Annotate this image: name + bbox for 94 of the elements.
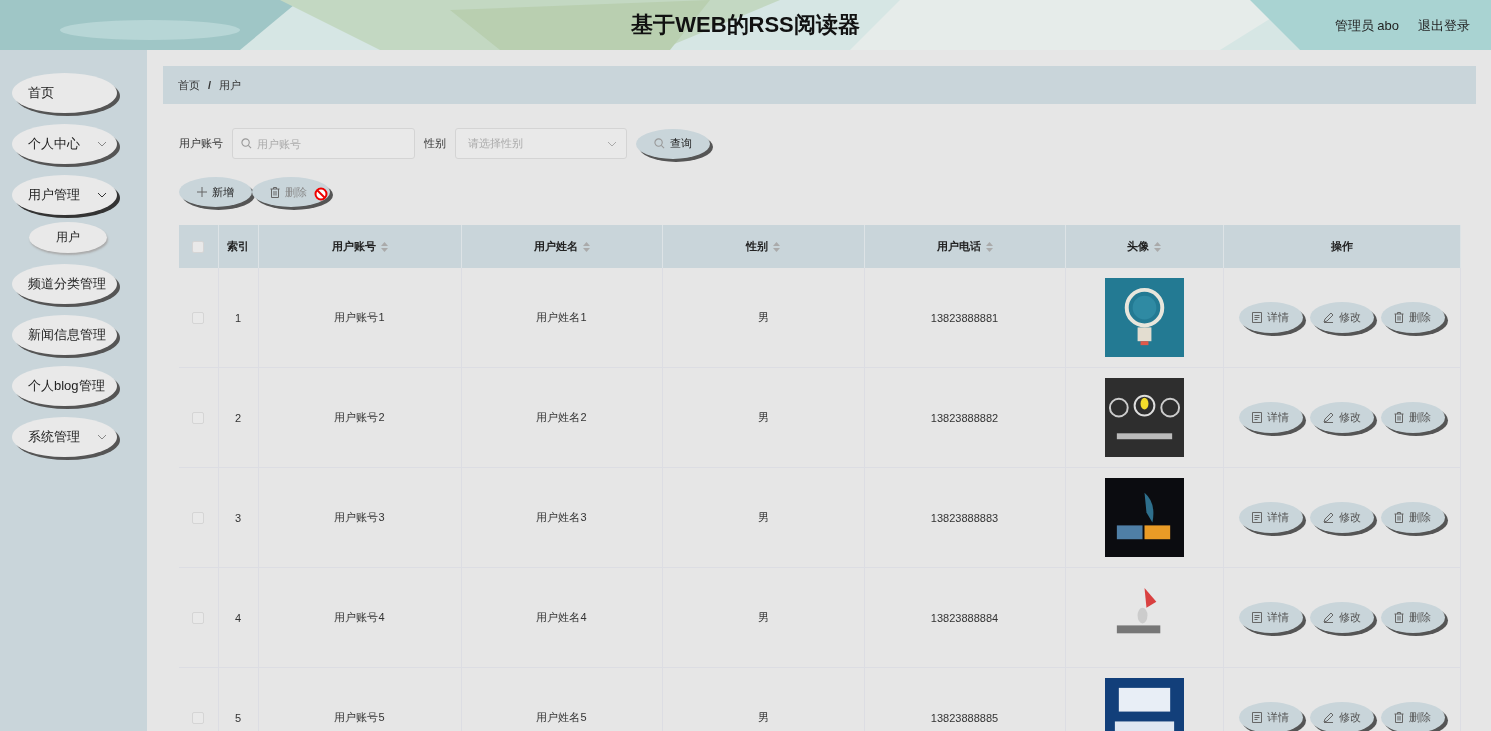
add-button[interactable]: 新增 (179, 177, 252, 207)
field-label: 性别 (424, 136, 446, 151)
detail-button[interactable]: 详情 (1238, 402, 1303, 433)
user-name: 管理员 abo (1334, 17, 1399, 35)
trash-icon (1394, 512, 1404, 523)
edit-button[interactable]: 修改 (1309, 602, 1374, 633)
pencil-icon (1322, 412, 1334, 423)
breadcrumb-item: 用户 (219, 77, 242, 93)
chevron-down-icon (97, 141, 107, 147)
table-cell: 13823888884 (930, 611, 999, 624)
delete-button[interactable]: 删除 (1380, 302, 1445, 333)
sort-icon[interactable] (985, 241, 993, 252)
breadcrumb-separator: / (208, 79, 212, 91)
table-cell: 13823888882 (930, 411, 999, 424)
table-cell: 2 (234, 411, 242, 424)
sort-icon[interactable] (1154, 241, 1161, 252)
logout-link[interactable]: 退出登录 (1418, 17, 1470, 35)
delete-button[interactable]: 删除 (1380, 702, 1445, 731)
trash-icon (1394, 612, 1404, 623)
column-header: 索引 (227, 239, 249, 254)
table-cell: 用户姓名3 (536, 511, 587, 523)
sidebar-item[interactable]: 频道分类管理 (12, 264, 117, 304)
pencil-icon (1322, 512, 1334, 523)
detail-button[interactable]: 详情 (1238, 602, 1303, 633)
table-cell: 13823888883 (930, 511, 999, 524)
table-cell: 用户账号1 (334, 311, 385, 323)
document-icon (1252, 512, 1262, 523)
column-header: 用户账号 (331, 239, 376, 254)
chevron-down-icon (97, 434, 107, 440)
document-icon (1252, 312, 1262, 323)
delete-button[interactable]: 删除 (1380, 402, 1445, 433)
pencil-icon (1322, 612, 1334, 623)
not-allowed-cursor-icon (314, 187, 328, 201)
table-cell: 用户账号4 (334, 611, 385, 623)
column-header: 用户姓名 (533, 239, 578, 254)
search-icon (654, 138, 665, 149)
sort-icon[interactable] (380, 241, 388, 252)
sort-icon[interactable] (582, 241, 590, 252)
table-cell: 用户姓名1 (536, 311, 587, 323)
chevron-down-icon (97, 192, 107, 198)
table-cell: 用户姓名4 (536, 611, 587, 623)
edit-button[interactable]: 修改 (1309, 302, 1374, 333)
table-cell: 1 (234, 311, 242, 324)
delete-button[interactable]: 删除 (1380, 502, 1445, 533)
chevron-down-icon (607, 140, 617, 147)
detail-button[interactable]: 详情 (1238, 502, 1303, 533)
field-label: 用户账号 (179, 136, 223, 151)
table-cell: 3 (234, 511, 242, 524)
column-header: 头像 (1127, 239, 1149, 254)
select-all-checkbox[interactable] (192, 241, 205, 254)
edit-button[interactable]: 修改 (1309, 502, 1374, 533)
table-cell: 用户姓名2 (536, 411, 587, 423)
trash-icon (1394, 712, 1404, 723)
query-button[interactable]: 查询 (636, 128, 710, 159)
plus-icon (197, 187, 207, 197)
sidebar-item[interactable]: 首页 (12, 73, 117, 113)
column-header: 用户电话 (936, 239, 981, 254)
table-cell: 男 (757, 311, 769, 323)
table-cell: 5 (234, 711, 242, 724)
document-icon (1252, 712, 1262, 723)
table-cell: 男 (757, 711, 769, 723)
trash-icon (1394, 412, 1404, 423)
sidebar-item[interactable]: 个人中心 (12, 124, 117, 164)
trash-icon (1394, 312, 1404, 323)
column-header: 操作 (1330, 239, 1353, 254)
pencil-icon (1322, 712, 1334, 723)
detail-button[interactable]: 详情 (1238, 702, 1303, 731)
document-icon (1252, 612, 1262, 623)
app-title: 基于WEB的RSS阅读器 (631, 11, 860, 39)
breadcrumb-item[interactable]: 首页 (178, 77, 200, 93)
pencil-icon (1322, 312, 1334, 323)
edit-button[interactable]: 修改 (1309, 402, 1374, 433)
sidebar-item[interactable]: 新闻信息管理 (12, 315, 117, 355)
table-cell: 用户姓名5 (536, 711, 587, 723)
table-cell: 男 (757, 511, 769, 523)
table-cell: 13823888885 (930, 711, 999, 724)
detail-button[interactable]: 详情 (1238, 302, 1303, 333)
sidebar-item[interactable]: 个人blog管理 (12, 366, 117, 406)
table-cell: 男 (757, 411, 769, 423)
delete-button[interactable]: 删除 (1380, 602, 1445, 633)
document-icon (1252, 412, 1262, 423)
table-cell: 男 (757, 611, 769, 623)
table-cell: 13823888881 (930, 311, 999, 324)
sidebar-item[interactable]: 用户管理 (12, 175, 117, 215)
table-cell: 用户账号5 (334, 711, 385, 723)
sidebar-subitem[interactable]: 用户 (29, 222, 107, 253)
trash-icon (270, 186, 280, 198)
table-cell: 用户账号2 (334, 411, 385, 423)
table-cell: 用户账号3 (334, 511, 385, 523)
sort-icon[interactable] (773, 241, 780, 252)
edit-button[interactable]: 修改 (1309, 702, 1374, 731)
table-cell: 4 (234, 611, 242, 624)
sidebar-item[interactable]: 系统管理 (12, 417, 117, 457)
column-header: 性别 (746, 239, 768, 254)
